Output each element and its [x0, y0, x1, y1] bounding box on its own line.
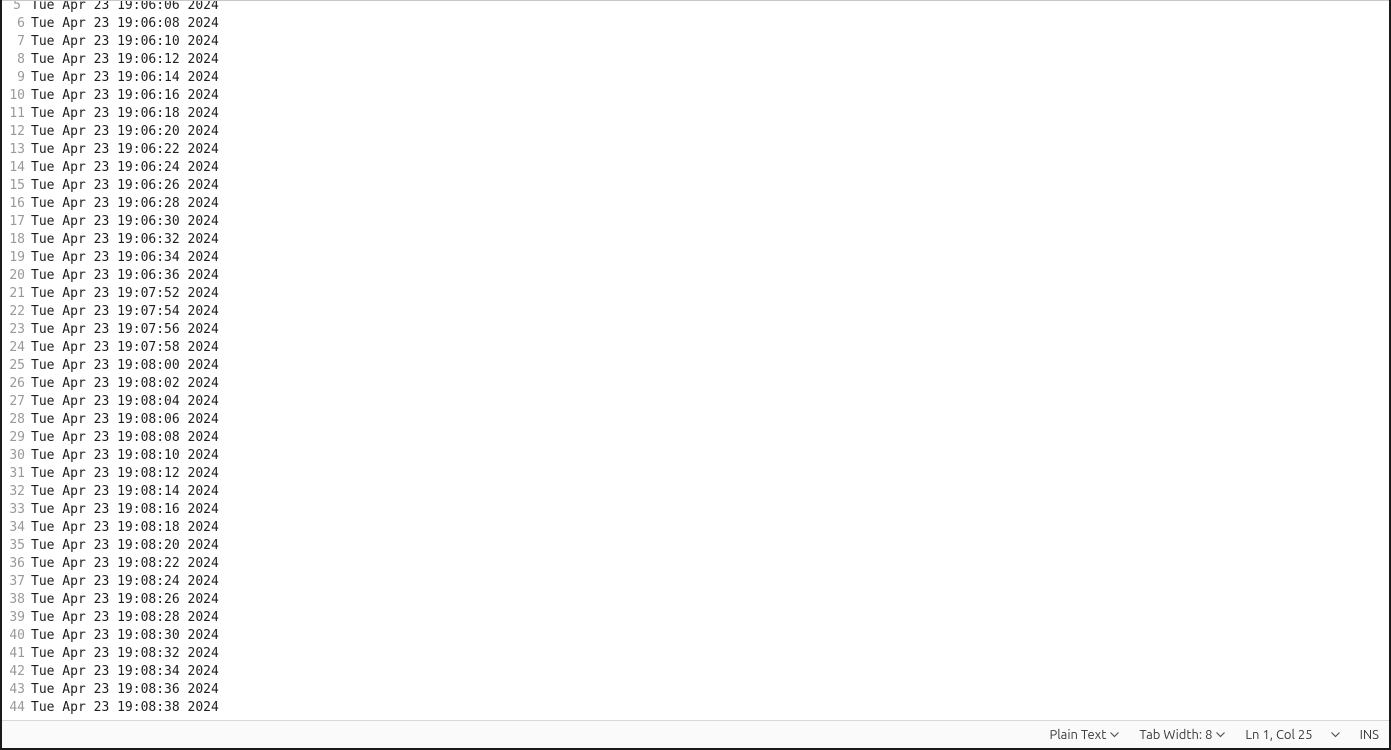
- text-line[interactable]: Tue Apr 23 19:06:08 2024: [29, 15, 1389, 33]
- line-number: 33: [2, 501, 25, 519]
- text-line[interactable]: Tue Apr 23 19:08:16 2024: [29, 501, 1389, 519]
- line-number: 20: [2, 267, 25, 285]
- text-line[interactable]: Tue Apr 23 19:06:14 2024: [29, 69, 1389, 87]
- line-number: 24: [2, 339, 25, 357]
- line-number: 29: [2, 429, 25, 447]
- text-line[interactable]: Tue Apr 23 19:08:26 2024: [29, 591, 1389, 609]
- text-line[interactable]: Tue Apr 23 19:08:10 2024: [29, 447, 1389, 465]
- line-number: 34: [2, 519, 25, 537]
- line-number: 31: [2, 465, 25, 483]
- line-number: 21: [2, 285, 25, 303]
- line-number: 27: [2, 393, 25, 411]
- text-line[interactable]: Tue Apr 23 19:08:28 2024: [29, 609, 1389, 627]
- text-line[interactable]: Tue Apr 23 19:06:24 2024: [29, 159, 1389, 177]
- language-mode-label: Plain Text: [1049, 728, 1106, 742]
- line-number-gutter: 5678910111213141516171819202122232425262…: [2, 1, 29, 720]
- line-number: 32: [2, 483, 25, 501]
- line-number: 39: [2, 609, 25, 627]
- text-line[interactable]: Tue Apr 23 19:08:00 2024: [29, 357, 1389, 375]
- text-line[interactable]: Tue Apr 23 19:08:02 2024: [29, 375, 1389, 393]
- line-number: 28: [2, 411, 25, 429]
- text-line[interactable]: Tue Apr 23 19:08:18 2024: [29, 519, 1389, 537]
- text-line[interactable]: Tue Apr 23 19:06:16 2024: [29, 87, 1389, 105]
- language-mode-selector[interactable]: Plain Text: [1039, 721, 1129, 748]
- line-number: 26: [2, 375, 25, 393]
- text-line[interactable]: Tue Apr 23 19:08:12 2024: [29, 465, 1389, 483]
- line-number: 8: [2, 51, 25, 69]
- line-number: 44: [2, 699, 25, 717]
- text-line[interactable]: Tue Apr 23 19:06:26 2024: [29, 177, 1389, 195]
- line-number: 40: [2, 627, 25, 645]
- text-line[interactable]: Tue Apr 23 19:08:14 2024: [29, 483, 1389, 501]
- line-number: 36: [2, 555, 25, 573]
- line-number: 10: [2, 87, 25, 105]
- text-line[interactable]: Tue Apr 23 19:06:18 2024: [29, 105, 1389, 123]
- text-line[interactable]: Tue Apr 23 19:06:34 2024: [29, 249, 1389, 267]
- text-line[interactable]: Tue Apr 23 19:08:36 2024: [29, 681, 1389, 699]
- line-number: 11: [2, 105, 25, 123]
- text-line[interactable]: Tue Apr 23 19:06:20 2024: [29, 123, 1389, 141]
- line-number: 23: [2, 321, 25, 339]
- line-number: 9: [2, 69, 25, 87]
- text-line[interactable]: Tue Apr 23 19:08:22 2024: [29, 555, 1389, 573]
- line-number: 15: [2, 177, 25, 195]
- text-line[interactable]: Tue Apr 23 19:06:30 2024: [29, 213, 1389, 231]
- text-line[interactable]: Tue Apr 23 19:08:32 2024: [29, 645, 1389, 663]
- line-number: 19: [2, 249, 25, 267]
- line-number: 22: [2, 303, 25, 321]
- text-line[interactable]: Tue Apr 23 19:08:24 2024: [29, 573, 1389, 591]
- line-number: 35: [2, 537, 25, 555]
- text-line[interactable]: Tue Apr 23 19:07:54 2024: [29, 303, 1389, 321]
- chevron-down-icon: [1110, 729, 1119, 740]
- text-line[interactable]: Tue Apr 23 19:08:04 2024: [29, 393, 1389, 411]
- line-number: 30: [2, 447, 25, 465]
- line-number: 6: [2, 15, 25, 33]
- chevron-down-icon: [1331, 729, 1340, 740]
- line-number: 38: [2, 591, 25, 609]
- line-number: 37: [2, 573, 25, 591]
- status-bar: Plain Text Tab Width: 8 Ln 1, Col 25 INS: [2, 720, 1389, 748]
- line-number: 7: [2, 33, 25, 51]
- insert-mode-label: INS: [1360, 728, 1379, 742]
- tab-width-selector[interactable]: Tab Width: 8: [1129, 721, 1235, 748]
- text-line[interactable]: Tue Apr 23 19:06:10 2024: [29, 33, 1389, 51]
- text-line[interactable]: Tue Apr 23 19:07:52 2024: [29, 285, 1389, 303]
- tab-width-label: Tab Width: 8: [1139, 728, 1212, 742]
- text-line[interactable]: Tue Apr 23 19:08:38 2024: [29, 699, 1389, 717]
- text-line[interactable]: Tue Apr 23 19:08:34 2024: [29, 663, 1389, 681]
- text-editor[interactable]: 5678910111213141516171819202122232425262…: [2, 1, 1389, 720]
- text-line[interactable]: Tue Apr 23 19:08:08 2024: [29, 429, 1389, 447]
- cursor-position-selector[interactable]: Ln 1, Col 25: [1235, 721, 1349, 748]
- line-number: 12: [2, 123, 25, 141]
- text-line[interactable]: Tue Apr 23 19:06:06 2024: [29, 1, 1389, 15]
- line-number: 41: [2, 645, 25, 663]
- text-line[interactable]: Tue Apr 23 19:06:28 2024: [29, 195, 1389, 213]
- text-line[interactable]: Tue Apr 23 19:08:20 2024: [29, 537, 1389, 555]
- line-number: 25: [2, 357, 25, 375]
- line-number: 43: [2, 681, 25, 699]
- line-number: 5: [2, 1, 25, 15]
- line-number: 17: [2, 213, 25, 231]
- text-line[interactable]: Tue Apr 23 19:08:30 2024: [29, 627, 1389, 645]
- line-number: 13: [2, 141, 25, 159]
- chevron-down-icon: [1216, 729, 1225, 740]
- text-line[interactable]: Tue Apr 23 19:06:12 2024: [29, 51, 1389, 69]
- text-line[interactable]: Tue Apr 23 19:07:58 2024: [29, 339, 1389, 357]
- text-line[interactable]: Tue Apr 23 19:07:56 2024: [29, 321, 1389, 339]
- line-number: 18: [2, 231, 25, 249]
- text-line[interactable]: Tue Apr 23 19:08:06 2024: [29, 411, 1389, 429]
- text-content[interactable]: Tue Apr 23 19:06:06 2024Tue Apr 23 19:06…: [29, 1, 1389, 720]
- text-line[interactable]: Tue Apr 23 19:06:22 2024: [29, 141, 1389, 159]
- line-number: 42: [2, 663, 25, 681]
- text-line[interactable]: Tue Apr 23 19:06:32 2024: [29, 231, 1389, 249]
- line-number: 14: [2, 159, 25, 177]
- text-line[interactable]: Tue Apr 23 19:06:36 2024: [29, 267, 1389, 285]
- cursor-position-label: Ln 1, Col 25: [1245, 728, 1312, 742]
- insert-mode-indicator[interactable]: INS: [1350, 721, 1389, 748]
- line-number: 16: [2, 195, 25, 213]
